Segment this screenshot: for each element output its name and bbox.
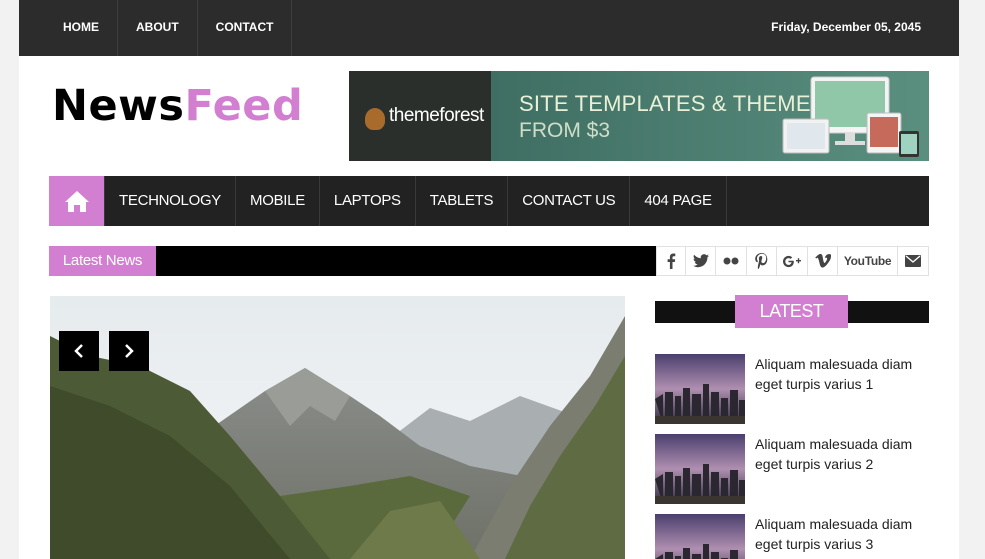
- top-bar: HOME ABOUT CONTACT Friday, December 05, …: [19, 0, 959, 56]
- post-title[interactable]: Aliquam malesuada diam eget turpis variu…: [755, 354, 925, 394]
- email-icon[interactable]: [898, 247, 928, 275]
- logo-part-feed: Feed: [184, 81, 304, 131]
- top-nav: HOME ABOUT CONTACT: [46, 0, 293, 56]
- themeforest-leaf-icon: [365, 108, 385, 130]
- current-date: Friday, December 05, 2045: [771, 20, 921, 34]
- banner-price: FROM $3: [519, 119, 611, 142]
- site-logo[interactable]: NewsFeed: [52, 80, 303, 132]
- latest-post-item[interactable]: Aliquam malesuada diam eget turpis variu…: [655, 514, 929, 559]
- home-icon: [64, 191, 89, 212]
- slider-next-button[interactable]: [109, 331, 149, 371]
- main-nav-mobile[interactable]: MOBILE: [235, 176, 319, 226]
- main-nav-contact-us[interactable]: CONTACT US: [507, 176, 629, 226]
- main-nav-laptops[interactable]: LAPTOPS: [318, 176, 415, 226]
- top-nav-about[interactable]: ABOUT: [118, 0, 198, 56]
- latest-post-title: LATEST POST: [735, 295, 848, 354]
- main-nav-404-page[interactable]: 404 PAGE: [629, 176, 727, 226]
- latest-post-item[interactable]: Aliquam malesuada diam eget turpis variu…: [655, 434, 929, 504]
- main-nav-tablets[interactable]: TABLETS: [414, 176, 507, 226]
- top-nav-contact[interactable]: CONTACT: [198, 0, 293, 56]
- banner-headline: SITE TEMPLATES & THEMES: [519, 91, 826, 116]
- pinterest-icon[interactable]: [747, 247, 777, 275]
- banner-ad[interactable]: themeforest SITE TEMPLATES & THEMES FROM…: [349, 71, 929, 161]
- news-ticker: Latest News: [49, 246, 656, 276]
- post-thumbnail[interactable]: [655, 354, 745, 424]
- google-plus-icon[interactable]: [777, 247, 809, 275]
- top-nav-home[interactable]: HOME: [46, 0, 118, 56]
- logo-part-news: News: [52, 81, 185, 131]
- chevron-right-icon: [125, 344, 134, 358]
- chevron-left-icon: [74, 344, 83, 358]
- twitter-icon[interactable]: [686, 247, 717, 275]
- featured-slider[interactable]: [50, 296, 625, 559]
- youtube-icon[interactable]: YouTube: [838, 247, 898, 275]
- banner-brand: themeforest: [389, 105, 484, 126]
- post-thumbnail[interactable]: [655, 514, 745, 559]
- home-button[interactable]: [49, 176, 104, 226]
- main-nav-technology[interactable]: TECHNOLOGY: [104, 176, 235, 226]
- post-title[interactable]: Aliquam malesuada diam eget turpis variu…: [755, 434, 925, 474]
- post-title[interactable]: Aliquam malesuada diam eget turpis variu…: [755, 514, 925, 554]
- page: HOME ABOUT CONTACT Friday, December 05, …: [19, 0, 959, 559]
- post-thumbnail[interactable]: [655, 434, 745, 504]
- youtube-text: YouTube: [843, 254, 892, 268]
- flickr-icon[interactable]: [716, 247, 747, 275]
- slider-prev-button[interactable]: [59, 331, 99, 371]
- devices-illustration: [782, 76, 919, 157]
- ticker-label: Latest News: [49, 246, 156, 276]
- social-links: YouTube: [656, 246, 929, 276]
- main-nav: TECHNOLOGY MOBILE LAPTOPS TABLETS CONTAC…: [49, 176, 929, 226]
- facebook-icon[interactable]: [657, 247, 687, 275]
- vimeo-icon[interactable]: [808, 247, 839, 275]
- latest-post-item[interactable]: Aliquam malesuada diam eget turpis variu…: [655, 354, 929, 424]
